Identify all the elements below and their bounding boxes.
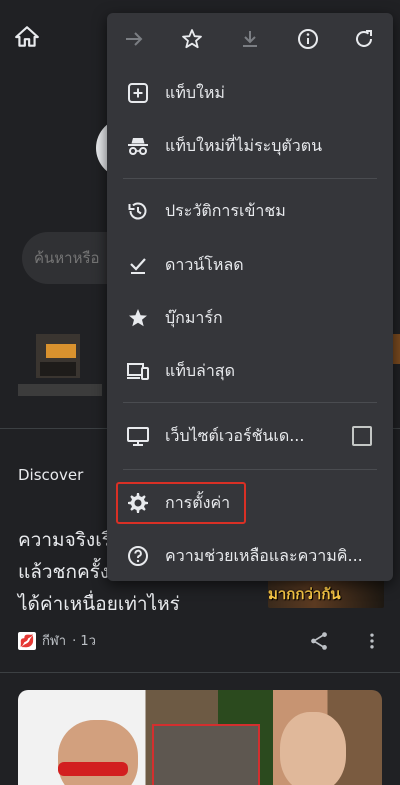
menu-item-incognito-tab[interactable]: แท็บใหม่ที่ไม่ระบุตัวตน (107, 120, 393, 172)
menu-item-bookmarks[interactable]: บุ๊กมาร์ก (107, 292, 393, 344)
menu-item-desktop-site[interactable]: เว็บไซต์เวอร์ชันเด... (107, 410, 393, 462)
menu-separator (123, 178, 377, 179)
menu-item-label: แท็บใหม่ (165, 82, 225, 102)
menu-item-recent-tabs[interactable]: แท็บล่าสุด (107, 345, 393, 397)
home-icon[interactable] (14, 24, 40, 50)
menu-item-label: แท็บใหม่ที่ไม่ระบุตัวตน (165, 135, 323, 155)
article-thumbnail[interactable]: มากกว่ากัน (268, 578, 384, 608)
photo-glasses (58, 762, 128, 776)
info-icon[interactable] (295, 26, 321, 52)
article-image[interactable] (18, 690, 382, 785)
article-source: 💋 กีฬา · 1ว (18, 630, 96, 651)
menu-item-help-feedback[interactable]: ความช่วยเหลือและความคิ... (107, 530, 393, 582)
menu-item-new-tab[interactable]: แท็บใหม่ (107, 67, 393, 119)
discover-heading: Discover (18, 466, 84, 484)
help-icon (124, 542, 152, 570)
incognito-icon (124, 132, 152, 160)
menu-item-label: ดาวน์โหลด (165, 254, 244, 274)
share-icon[interactable] (308, 630, 330, 652)
menu-item-downloads[interactable]: ดาวน์โหลด (107, 239, 393, 291)
forward-icon[interactable] (121, 26, 147, 52)
recent-tabs-icon (124, 357, 152, 385)
thumbnail-text: มากกว่ากัน (268, 585, 341, 603)
bookmark-star-icon[interactable] (179, 26, 205, 52)
menu-item-history[interactable]: ประวัติการเข้าชม (107, 185, 393, 237)
menu-separator (123, 469, 377, 470)
source-name: กีฬา (42, 634, 67, 649)
settings-highlight-box (116, 482, 246, 524)
menu-item-label: บุ๊กมาร์ก (165, 307, 223, 327)
downloads-icon (124, 251, 152, 279)
photo-inset (152, 724, 260, 785)
menu-item-label: เว็บไซต์เวอร์ชันเด... (165, 425, 305, 445)
shortcut-tile[interactable] (18, 314, 102, 406)
desktop-site-icon (124, 422, 152, 450)
menu-item-label: แท็บล่าสุด (165, 360, 235, 380)
history-icon (124, 197, 152, 225)
menu-item-label: ประวัติการเข้าชม (165, 200, 286, 220)
download-icon[interactable] (237, 26, 263, 52)
divider (0, 672, 400, 673)
photo-face (280, 712, 346, 785)
more-vert-icon[interactable] (362, 630, 382, 652)
article-age: · 1ว (72, 634, 96, 649)
menu-separator (123, 402, 377, 403)
bookmarks-icon (124, 304, 152, 332)
desktop-site-checkbox[interactable] (352, 426, 372, 446)
menu-toolbar (107, 13, 393, 65)
new-tab-icon (124, 79, 152, 107)
source-logo-icon: 💋 (18, 631, 36, 650)
chrome-overflow-menu: แท็บใหม่ แท็บใหม่ที่ไม่ระบุตัวตน ประวัติ… (107, 13, 393, 581)
refresh-icon[interactable] (351, 26, 377, 52)
menu-item-label: ความช่วยเหลือและความคิ... (165, 545, 363, 565)
